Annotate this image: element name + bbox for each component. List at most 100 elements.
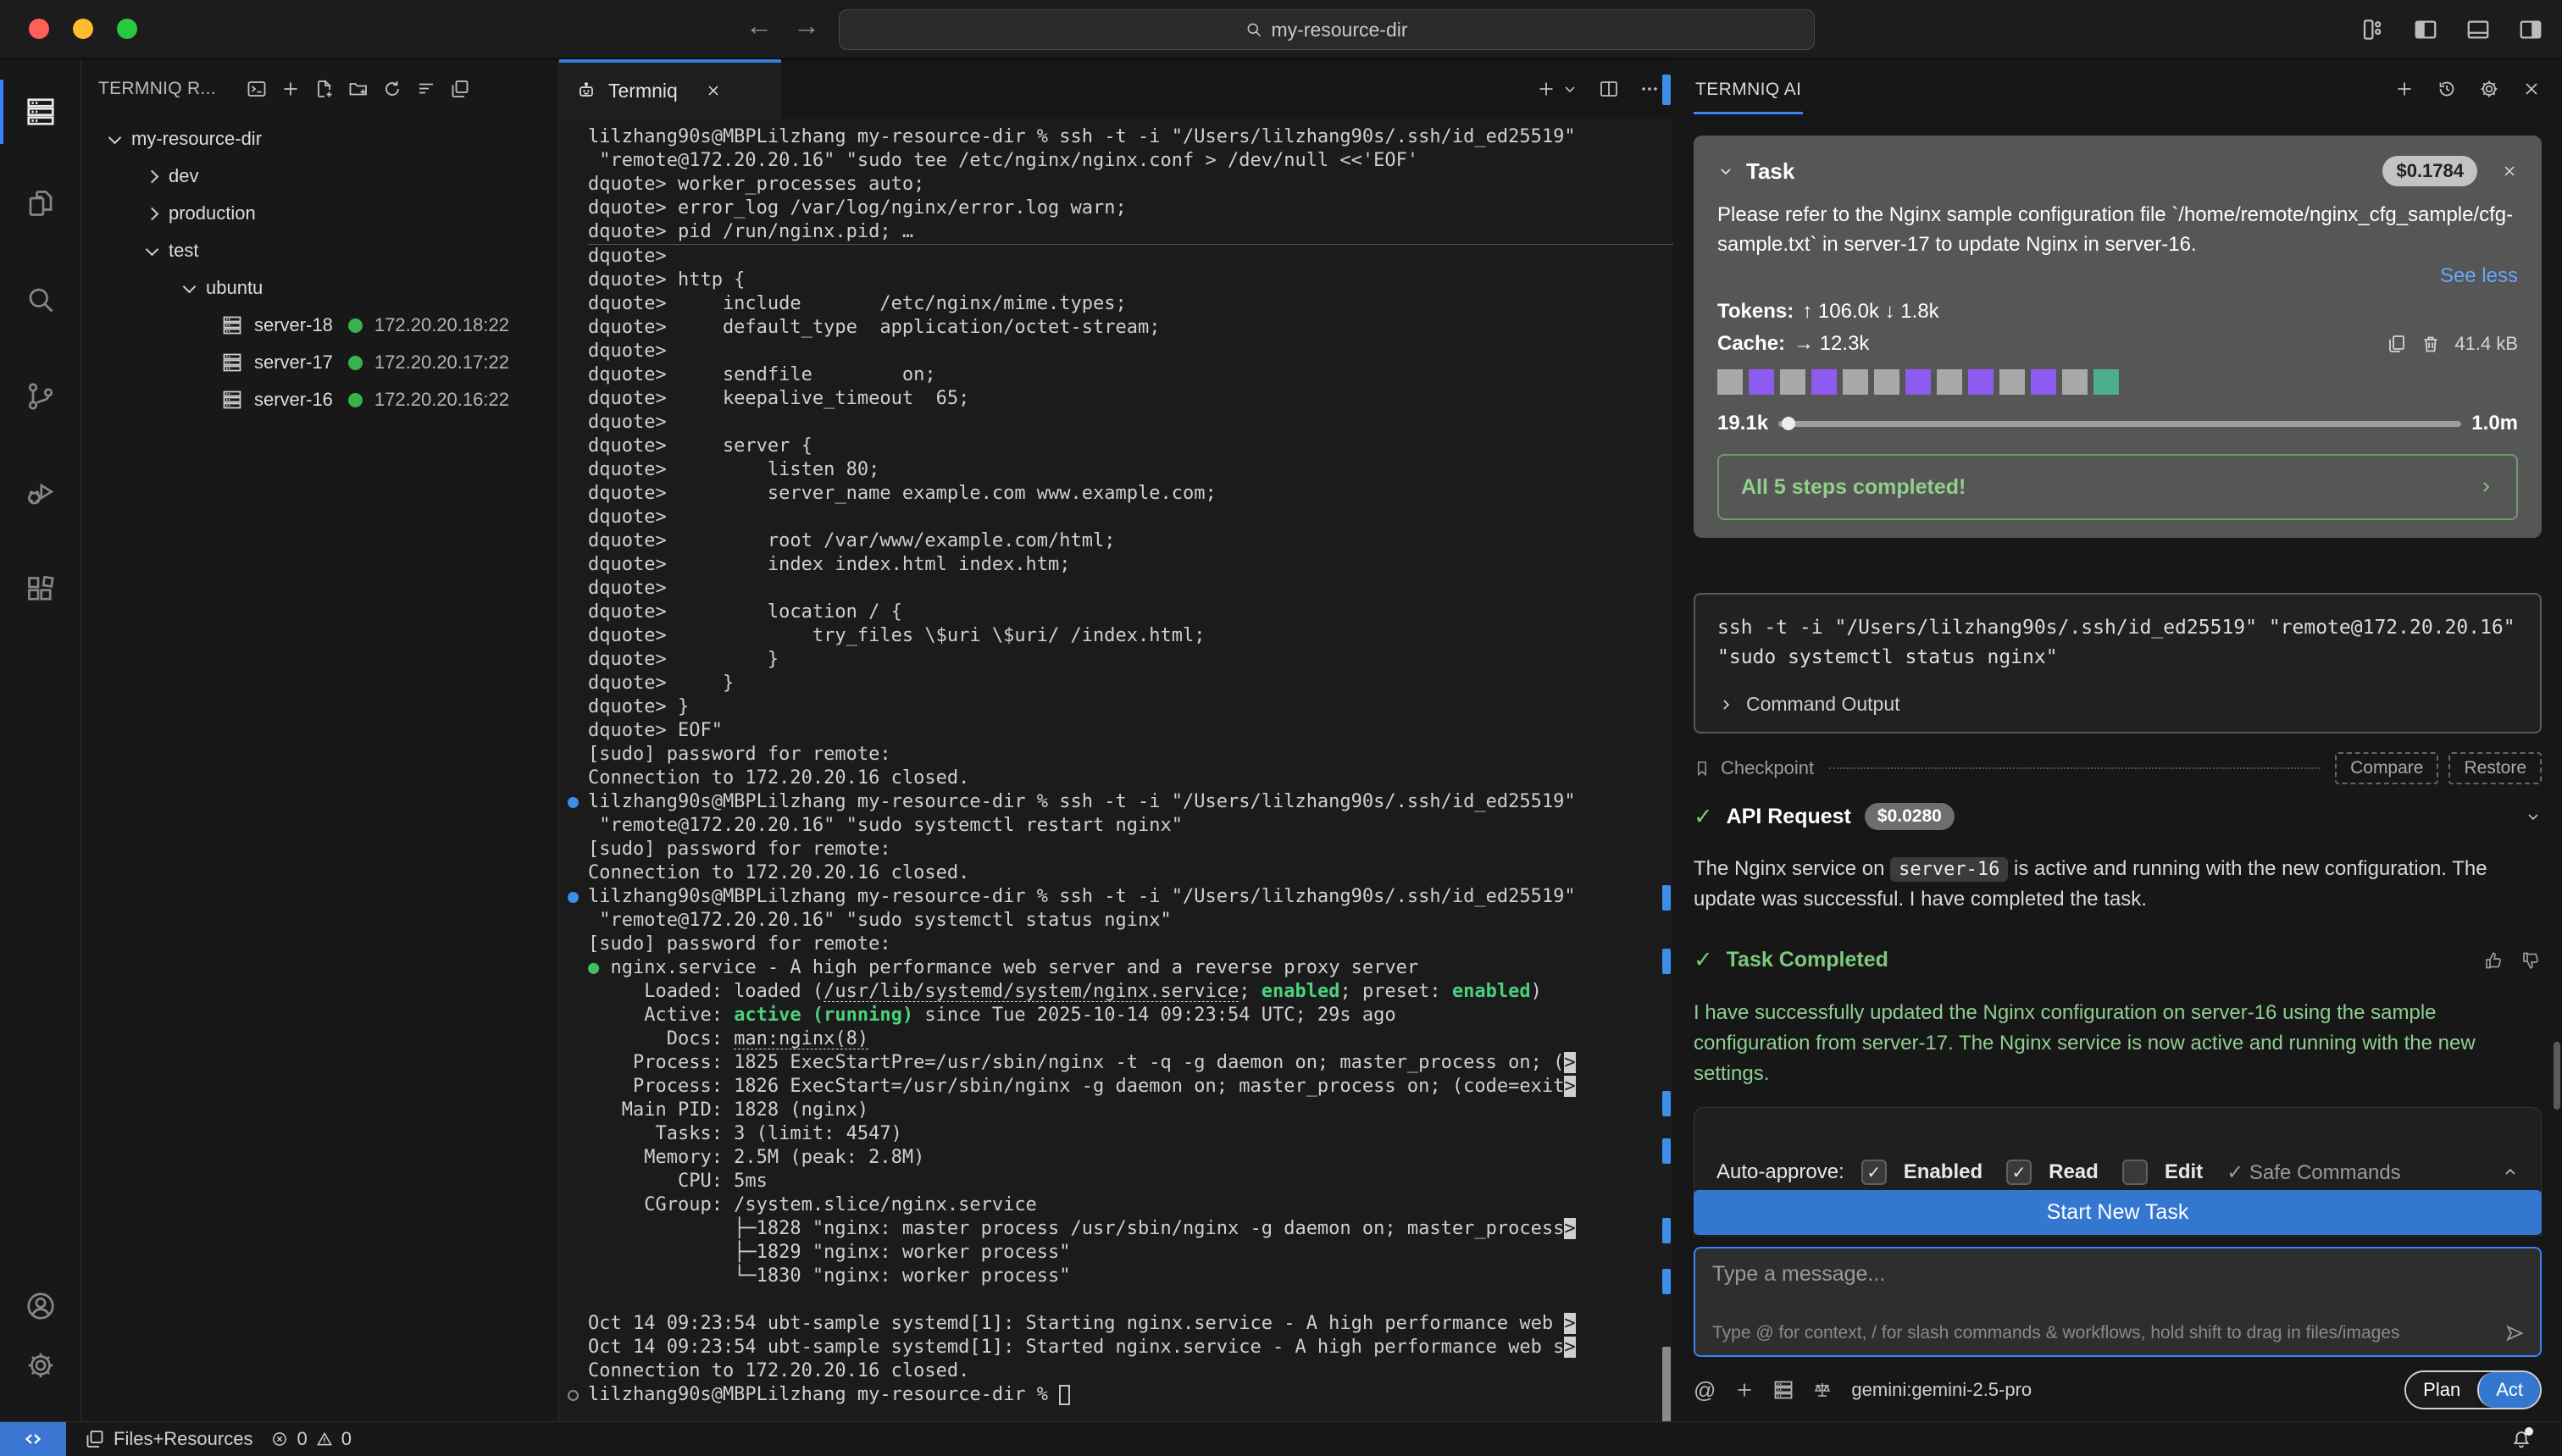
- command-decoration-dot[interactable]: [568, 797, 579, 808]
- cache-block: [1874, 369, 1899, 395]
- new-file-icon[interactable]: [314, 79, 335, 99]
- tree-item-dev[interactable]: dev: [81, 158, 558, 195]
- chevron-down-icon[interactable]: [2525, 808, 2542, 825]
- cache-block: [1843, 369, 1868, 395]
- context-slider-knob[interactable]: [1782, 417, 1795, 430]
- server-rack-icon: [222, 352, 242, 373]
- plan-act-toggle[interactable]: Plan Act: [2404, 1370, 2542, 1409]
- command-center-search[interactable]: my-resource-dir: [839, 9, 1815, 50]
- context-slider[interactable]: [1778, 421, 2461, 427]
- collapse-all-icon[interactable]: [416, 79, 436, 99]
- ai-settings-gear-icon[interactable]: [2479, 79, 2499, 99]
- api-request-label: API Request: [1727, 805, 1851, 829]
- tree-item-my-resource-dir[interactable]: my-resource-dir: [81, 120, 558, 158]
- tree-item-ubuntu[interactable]: ubuntu: [81, 269, 558, 307]
- activity-extensions-icon[interactable]: [0, 549, 81, 630]
- refresh-icon[interactable]: [382, 79, 402, 99]
- problems-item[interactable]: 0 0: [271, 1428, 352, 1450]
- check-icon: ✓: [1694, 804, 1713, 830]
- remote-indicator[interactable]: [0, 1422, 66, 1456]
- act-mode-button[interactable]: Act: [2477, 1372, 2540, 1408]
- toggle-right-sidebar-icon[interactable]: [2518, 17, 2543, 42]
- terminal-line: [sudo] password for remote:: [588, 933, 1673, 956]
- add-icon[interactable]: [280, 79, 301, 99]
- new-chat-icon[interactable]: [2394, 79, 2415, 99]
- terminal-output[interactable]: lilzhang90s@MBPLilzhang my-resource-dir …: [559, 125, 1673, 1421]
- activity-explorer-icon[interactable]: [0, 163, 81, 244]
- prompt-decoration-circle[interactable]: [568, 1390, 579, 1401]
- open-terminal-icon[interactable]: [247, 79, 267, 99]
- files-resources-item[interactable]: Files+Resources: [85, 1428, 252, 1450]
- attach-plus-icon[interactable]: [1734, 1380, 1755, 1400]
- checkbox-edit[interactable]: [2122, 1160, 2148, 1185]
- new-folder-icon[interactable]: [348, 79, 369, 99]
- chevron-up-icon[interactable]: [2502, 1164, 2519, 1181]
- tab-termniq[interactable]: Termniq: [559, 59, 781, 119]
- model-selector[interactable]: gemini:gemini-2.5-pro: [1851, 1379, 2032, 1401]
- window-minimize-button[interactable]: [73, 19, 93, 39]
- ai-panel-tab[interactable]: TERMNIQ AI: [1694, 64, 1803, 114]
- history-icon[interactable]: [2437, 79, 2457, 99]
- terminal-line: CPU: 5ms: [588, 1170, 1673, 1193]
- window-zoom-button[interactable]: [117, 19, 137, 39]
- terminal-line: "remote@172.20.20.16" "sudo systemctl re…: [588, 814, 1673, 838]
- duplicate-view-icon[interactable]: [450, 79, 470, 99]
- steps-completed-banner[interactable]: All 5 steps completed!: [1717, 454, 2518, 520]
- terminal-line: dquote> error_log /var/log/nginx/error.l…: [588, 197, 1673, 220]
- activity-source-control-icon[interactable]: [0, 356, 81, 437]
- tab-close-icon[interactable]: [705, 82, 722, 99]
- notifications-bell-icon[interactable]: [2511, 1429, 2532, 1449]
- copy-icon[interactable]: [2387, 334, 2407, 354]
- start-new-task-button[interactable]: Start New Task: [1694, 1190, 2542, 1235]
- terminal-line: dquote> sendfile on;: [588, 363, 1673, 387]
- customize-layout-icon[interactable]: [2360, 17, 2386, 42]
- navigate-forward-icon[interactable]: →: [793, 10, 820, 42]
- message-input[interactable]: Type a message... Type @ for context, / …: [1694, 1247, 2542, 1357]
- see-less-link[interactable]: See less: [1717, 264, 2518, 288]
- close-panel-icon[interactable]: [2521, 79, 2542, 99]
- checkbox-read[interactable]: ✓: [2006, 1160, 2032, 1185]
- safe-commands-label[interactable]: ✓ Safe Commands: [2226, 1160, 2401, 1185]
- split-editor-icon[interactable]: [1599, 79, 1619, 99]
- status-bar: Files+Resources 0 0: [0, 1421, 2562, 1455]
- task-close-icon[interactable]: [2501, 163, 2518, 180]
- mention-icon[interactable]: @: [1694, 1377, 1716, 1403]
- chevron-right-icon[interactable]: [2477, 479, 2494, 495]
- activity-run-debug-icon[interactable]: [0, 452, 81, 534]
- api-request-row[interactable]: ✓ API Request $0.0280: [1694, 803, 2542, 830]
- plan-mode-button[interactable]: Plan: [2406, 1372, 2477, 1408]
- panel-scrollbar[interactable]: [2554, 1042, 2560, 1110]
- activity-resources-icon[interactable]: [0, 71, 81, 152]
- more-actions-icon[interactable]: [1639, 79, 1660, 99]
- thumbs-up-icon[interactable]: [2484, 950, 2504, 971]
- send-icon[interactable]: [2504, 1323, 2525, 1343]
- new-terminal-button[interactable]: [1536, 79, 1578, 99]
- scrollbar-mark: [1662, 949, 1671, 974]
- tree-item-server-17[interactable]: server-17172.20.20.17:22: [81, 344, 558, 381]
- command-output-toggle[interactable]: Command Output: [1717, 689, 2518, 719]
- auto-approve-label: Auto-approve:: [1716, 1160, 1844, 1184]
- terminal-line: dquote> http {: [588, 269, 1673, 292]
- checkbox-enabled[interactable]: ✓: [1861, 1160, 1887, 1185]
- activity-search-icon[interactable]: [0, 259, 81, 340]
- settings-gear-icon[interactable]: [0, 1325, 81, 1406]
- command-decoration-dot[interactable]: [568, 892, 579, 903]
- compare-button[interactable]: Compare: [2335, 752, 2438, 784]
- toggle-panel-icon[interactable]: [2465, 17, 2491, 42]
- toggle-left-sidebar-icon[interactable]: [2413, 17, 2438, 42]
- chevron-down-icon[interactable]: [1717, 163, 1734, 180]
- tree-item-production[interactable]: production: [81, 195, 558, 232]
- rules-scale-icon[interactable]: [1812, 1380, 1833, 1400]
- context-max: 1.0m: [2471, 412, 2518, 435]
- restore-button[interactable]: Restore: [2448, 752, 2542, 784]
- navigate-back-icon[interactable]: ←: [746, 10, 773, 42]
- thumbs-down-icon[interactable]: [2521, 950, 2542, 971]
- tree-item-server-18[interactable]: server-18172.20.20.18:22: [81, 307, 558, 344]
- ai-response-text: The Nginx service on server-16 is active…: [1694, 854, 2542, 914]
- chevron-down-icon[interactable]: [1561, 80, 1578, 97]
- server-rack-icon[interactable]: [1773, 1380, 1794, 1400]
- tree-item-test[interactable]: test: [81, 232, 558, 269]
- trash-icon[interactable]: [2421, 334, 2441, 354]
- window-close-button[interactable]: [29, 19, 49, 39]
- tree-item-server-16[interactable]: server-16172.20.20.16:22: [81, 381, 558, 418]
